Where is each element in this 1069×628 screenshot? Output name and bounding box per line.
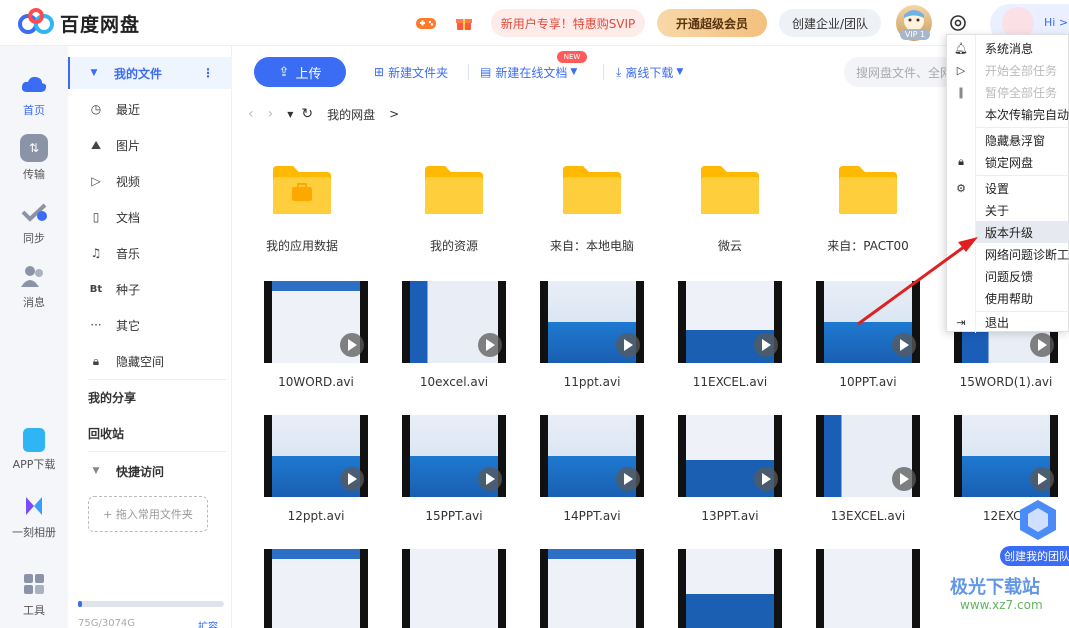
annotation-arrow — [857, 237, 978, 326]
watermark-url: www.xz7.com — [960, 598, 1043, 612]
create-my-team-button[interactable]: 创建我的团队 — [1000, 546, 1069, 566]
watermark-site: 极光下载站 — [950, 577, 1040, 598]
team-mascot-icon — [1018, 498, 1058, 542]
